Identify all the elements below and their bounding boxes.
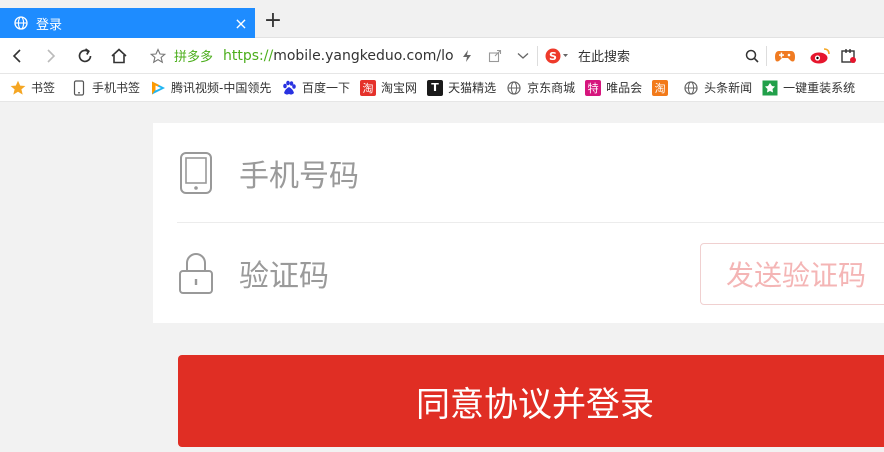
baidu-icon bbox=[281, 80, 297, 96]
phone-icon bbox=[177, 149, 215, 197]
share-icon[interactable] bbox=[481, 38, 509, 74]
code-input[interactable]: 验证码 bbox=[239, 251, 679, 295]
forward-arrow-icon bbox=[47, 48, 56, 63]
url-scheme: https:// bbox=[223, 47, 274, 64]
back-button[interactable] bbox=[0, 38, 34, 74]
bookmark-item[interactable]: 百度一下 bbox=[281, 79, 350, 96]
chevron-down-icon[interactable] bbox=[509, 38, 537, 74]
home-button[interactable] bbox=[102, 38, 136, 74]
tmall-icon: T bbox=[427, 79, 444, 96]
phone-icon bbox=[71, 79, 87, 96]
lock-icon bbox=[177, 249, 215, 297]
sogou-icon[interactable]: S bbox=[544, 47, 570, 65]
login-form: 手机号码 验证码 发送验证码 bbox=[153, 123, 884, 323]
bookmarks-bar: 书签 手机书签 腾讯视频-中国领先 百度一下 淘 淘宝网 T 天猫精选 京东商城… bbox=[0, 74, 884, 102]
home-icon bbox=[111, 47, 127, 63]
extension-icon[interactable] bbox=[837, 38, 859, 74]
close-icon[interactable]: × bbox=[227, 14, 255, 33]
svg-text:S: S bbox=[549, 50, 557, 63]
bookmark-label: 腾讯视频-中国领先 bbox=[171, 81, 272, 95]
toolbar-divider bbox=[537, 45, 539, 66]
toolbar-right-icons bbox=[738, 38, 859, 74]
send-code-button[interactable]: 发送验证码 bbox=[700, 243, 884, 305]
back-arrow-icon bbox=[12, 48, 21, 63]
bookmark-label: 手机书签 bbox=[92, 81, 141, 95]
reinstall-icon bbox=[762, 80, 778, 96]
bookmark-item[interactable]: 淘 bbox=[652, 79, 673, 96]
tab-bar: 登录 × + bbox=[0, 0, 884, 38]
site-name: 拼多多 bbox=[174, 50, 214, 65]
star-icon bbox=[10, 80, 26, 96]
tab-title: 登录 bbox=[36, 17, 63, 33]
agree-login-button[interactable]: 同意协议并登录 bbox=[178, 355, 884, 447]
vip-icon: 特 bbox=[585, 79, 602, 96]
weibo-icon[interactable] bbox=[803, 38, 837, 74]
bookmark-item[interactable]: 腾讯视频-中国领先 bbox=[150, 79, 271, 96]
bookmark-label: 书签 bbox=[31, 81, 56, 95]
search-icon[interactable] bbox=[738, 38, 766, 74]
taobao-orange-icon: 淘 bbox=[652, 79, 669, 96]
refresh-icon bbox=[78, 47, 92, 62]
search-box[interactable]: S 在此搜索 bbox=[544, 38, 728, 74]
bookmark-item[interactable]: 头条新闻 bbox=[683, 79, 752, 96]
bookmark-label: 头条新闻 bbox=[704, 81, 753, 95]
bookmark-label: 天猫精选 bbox=[448, 81, 497, 95]
globe-icon bbox=[14, 16, 28, 30]
bookmark-item[interactable]: 一键重装系统 bbox=[762, 79, 855, 96]
bookmark-star-icon[interactable] bbox=[150, 47, 170, 64]
forward-button[interactable] bbox=[34, 38, 68, 74]
taobao-icon: 淘 bbox=[360, 79, 377, 96]
url-host: mobile.yangkeduo.com/log bbox=[273, 47, 454, 64]
lightning-icon[interactable] bbox=[453, 38, 481, 74]
bookmark-item[interactable]: 书签 bbox=[10, 79, 55, 96]
new-tab-button[interactable]: + bbox=[262, 10, 284, 34]
globe-icon bbox=[683, 80, 699, 96]
bookmark-item[interactable]: 手机书签 bbox=[71, 79, 140, 96]
bookmark-label: 百度一下 bbox=[302, 81, 351, 95]
bookmark-label: 唯品会 bbox=[606, 81, 643, 95]
refresh-button[interactable] bbox=[68, 38, 102, 74]
url-text[interactable]: https://mobile.yangkeduo.com/log bbox=[223, 48, 453, 64]
address-bar[interactable]: 拼多多 https://mobile.yangkeduo.com/log bbox=[142, 38, 453, 74]
bookmark-item[interactable]: 特 唯品会 bbox=[585, 79, 642, 96]
search-input[interactable]: 在此搜索 bbox=[578, 46, 728, 65]
game-controller-icon[interactable] bbox=[767, 38, 803, 74]
tab-login[interactable]: 登录 × bbox=[0, 8, 255, 38]
phone-input[interactable]: 手机号码 bbox=[239, 151, 679, 195]
bookmark-item[interactable]: 淘 淘宝网 bbox=[360, 79, 417, 96]
bookmark-label: 一键重装系统 bbox=[783, 81, 856, 95]
bookmark-item[interactable]: 京东商城 bbox=[506, 79, 575, 96]
bookmark-label: 京东商城 bbox=[527, 81, 576, 95]
bookmark-label: 淘宝网 bbox=[381, 81, 418, 95]
bookmark-item[interactable]: T 天猫精选 bbox=[427, 79, 496, 96]
page-content: 手机号码 验证码 发送验证码 同意协议并登录 bbox=[0, 103, 884, 452]
tencent-video-icon bbox=[150, 80, 166, 96]
phone-row: 手机号码 bbox=[177, 123, 884, 223]
globe-icon bbox=[506, 80, 522, 96]
toolbar: 拼多多 https://mobile.yangkeduo.com/log S 在… bbox=[0, 38, 884, 74]
